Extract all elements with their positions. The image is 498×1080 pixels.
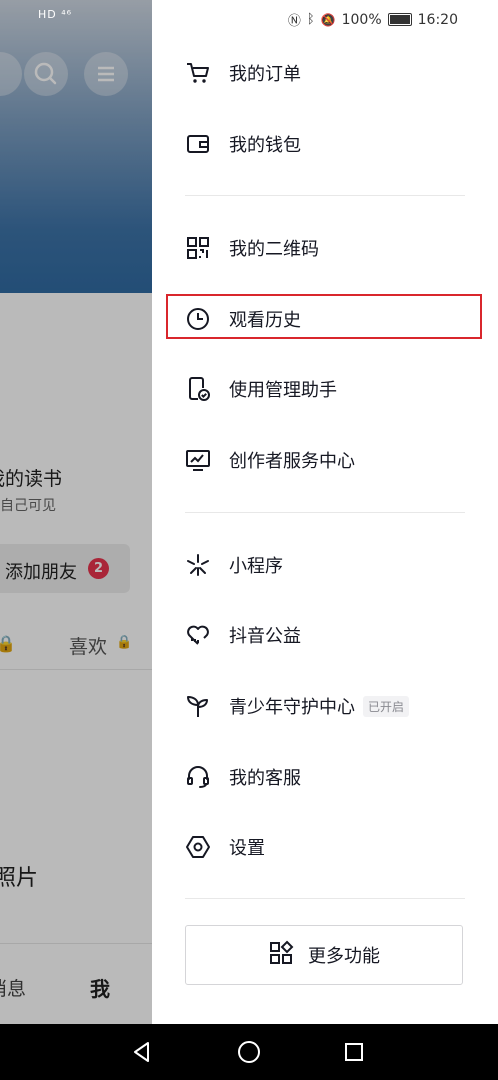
menu-label: 我的二维码 [229, 239, 319, 260]
triangle-back-icon [134, 1042, 149, 1062]
qr-code-icon [185, 235, 211, 261]
mini-program-icon [185, 552, 211, 578]
background-profile-page: 我的读书 仅自己可见 添加朋友 2 🔒 喜欢 🔒 照片 消息 我 HD ⁴⁶ [0, 0, 152, 1024]
recents-nav-button[interactable] [338, 1036, 370, 1068]
battery-percent: 100% [341, 11, 382, 28]
menu-label: 我的订单 [229, 64, 301, 85]
menu-item-customer-service[interactable]: 我的客服 [185, 751, 485, 803]
more-features-button[interactable]: 更多功能 [185, 925, 463, 985]
side-drawer: Ⓝ ᛒ 🔕 100% 16:20 我的订单 我的钱包 我的二维码 观看历史 使用… [152, 0, 498, 1024]
more-features-label: 更多功能 [308, 946, 380, 967]
wallet-icon [185, 131, 211, 157]
menu-label: 我的钱包 [229, 135, 301, 156]
menu-divider [185, 195, 465, 196]
menu-label: 抖音公益 [229, 626, 301, 647]
menu-item-wallet[interactable]: 我的钱包 [185, 118, 485, 170]
menu-item-creator-center[interactable]: 创作者服务中心 [185, 434, 485, 486]
menu-label: 使用管理助手 [229, 380, 337, 401]
menu-item-orders[interactable]: 我的订单 [185, 47, 485, 99]
dim-overlay[interactable] [0, 0, 152, 1024]
menu-item-mini-programs[interactable]: 小程序 [185, 539, 485, 591]
status-tag: 已开启 [363, 695, 410, 717]
nfc-icon: Ⓝ [287, 14, 301, 29]
menu-label: 青少年守护中心 [229, 697, 355, 718]
menu-item-settings[interactable]: 设置 [185, 821, 485, 873]
square-recents-icon [345, 1043, 363, 1061]
menu-item-youth-protection[interactable]: 青少年守护中心 已开启 [185, 680, 485, 732]
system-nav-bar [0, 1024, 498, 1080]
menu-label: 小程序 [229, 556, 283, 577]
grid-shapes-icon [268, 940, 294, 970]
menu-label: 设置 [229, 838, 265, 859]
menu-item-qr-code[interactable]: 我的二维码 [185, 222, 485, 274]
headset-icon [185, 764, 211, 790]
menu-label: 观看历史 [229, 310, 301, 331]
monitor-chart-icon [185, 447, 211, 473]
menu-label: 创作者服务中心 [229, 451, 355, 472]
home-nav-button[interactable] [233, 1036, 265, 1068]
menu-item-watch-history[interactable]: 观看历史 [185, 293, 485, 345]
menu-divider [185, 512, 465, 513]
menu-divider [185, 898, 465, 899]
status-right: Ⓝ ᛒ 🔕 100% 16:20 [287, 10, 458, 30]
menu-item-usage-manager[interactable]: 使用管理助手 [185, 363, 485, 415]
clock-icon [185, 306, 211, 332]
clock-time: 16:20 [417, 11, 458, 28]
settings-hexagon-icon [185, 834, 211, 860]
bluetooth-icon: ᛒ [306, 12, 315, 27]
mute-icon: 🔕 [320, 12, 336, 27]
back-nav-button[interactable] [126, 1036, 158, 1068]
cart-icon [185, 60, 211, 86]
sprout-icon [185, 693, 211, 719]
menu-label: 我的客服 [229, 768, 301, 789]
circle-home-icon [238, 1041, 260, 1063]
menu-item-charity[interactable]: 抖音公益 [185, 609, 485, 661]
status-left: HD ⁴⁶ [38, 8, 73, 21]
battery-icon [387, 13, 412, 26]
charity-heart-icon [185, 622, 211, 648]
phone-check-icon [185, 376, 211, 402]
